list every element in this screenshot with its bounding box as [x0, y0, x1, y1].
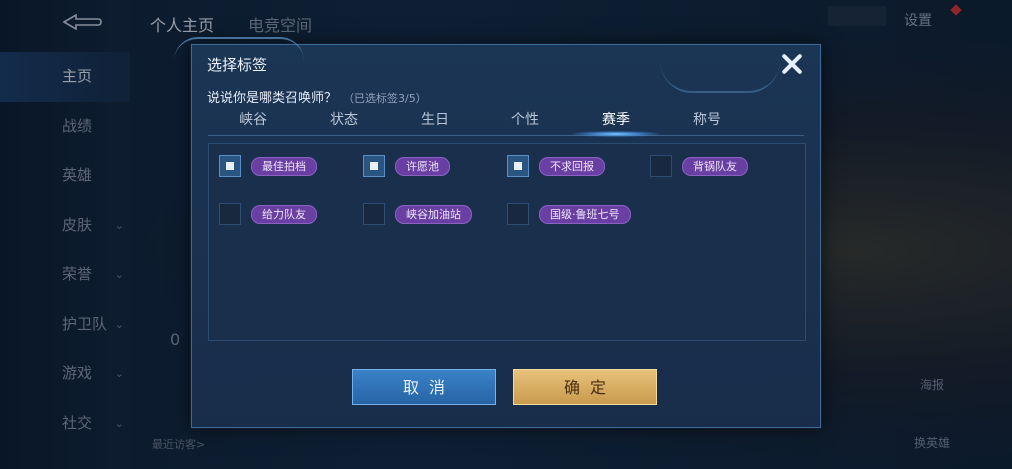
tag-item[interactable]: 许愿池 [363, 154, 450, 178]
tab-canyon[interactable]: 峡谷 [223, 109, 283, 129]
tab-status[interactable]: 状态 [314, 109, 374, 129]
checkbox-checked[interactable] [363, 155, 385, 177]
checkbox-unchecked[interactable] [363, 203, 385, 225]
tab-season[interactable]: 赛季 [572, 109, 660, 137]
checkbox-unchecked[interactable] [219, 203, 241, 225]
checkbox-checked[interactable] [507, 155, 529, 177]
checkbox-unchecked[interactable] [507, 203, 529, 225]
checkbox-checked[interactable] [219, 155, 241, 177]
tag-label: 峡谷加油站 [395, 204, 472, 224]
decorative-swirl [660, 61, 780, 93]
close-icon[interactable] [777, 49, 807, 79]
tag-item[interactable]: 不求回报 [507, 154, 605, 178]
dialog-title: 选择标签 [207, 56, 268, 74]
tab-personality[interactable]: 个性 [495, 109, 555, 129]
tag-item[interactable]: 背锅队友 [650, 154, 748, 178]
select-tags-dialog: 选择标签 说说你是哪类召唤师？ （已选标签3/5） 峡谷 状态 生日 个性 赛季 … [174, 37, 821, 428]
question-text: 说说你是哪类召唤师？ [207, 91, 338, 106]
tag-label: 许愿池 [395, 156, 450, 176]
tab-label: 赛季 [602, 112, 630, 128]
tag-item[interactable]: 国级·鲁班七号 [507, 202, 631, 226]
category-tabs: 峡谷 状态 生日 个性 赛季 称号 [208, 107, 804, 137]
dialog-question: 说说你是哪类召唤师？ （已选标签3/5） [207, 87, 427, 106]
tag-item[interactable]: 给力队友 [219, 202, 317, 226]
active-tab-indicator [572, 131, 660, 137]
confirm-button[interactable]: 确定 [513, 369, 657, 405]
tag-label: 给力队友 [251, 204, 317, 224]
tag-item[interactable]: 峡谷加油站 [363, 202, 472, 226]
tag-label: 背锅队友 [682, 156, 748, 176]
cancel-button[interactable]: 取消 [352, 369, 496, 405]
tab-birthday[interactable]: 生日 [405, 109, 465, 129]
checkbox-unchecked[interactable] [650, 155, 672, 177]
tag-panel: 最佳拍档 许愿池 不求回报 背锅队友 给力队友 峡谷加油站 国级·鲁班七号 [208, 143, 806, 341]
tag-label: 最佳拍档 [251, 156, 317, 176]
tab-title[interactable]: 称号 [677, 109, 737, 129]
selected-count-hint: （已选标签3/5） [343, 92, 427, 105]
tag-item[interactable]: 最佳拍档 [219, 154, 317, 178]
tag-label: 国级·鲁班七号 [539, 204, 631, 224]
tag-label: 不求回报 [539, 156, 605, 176]
